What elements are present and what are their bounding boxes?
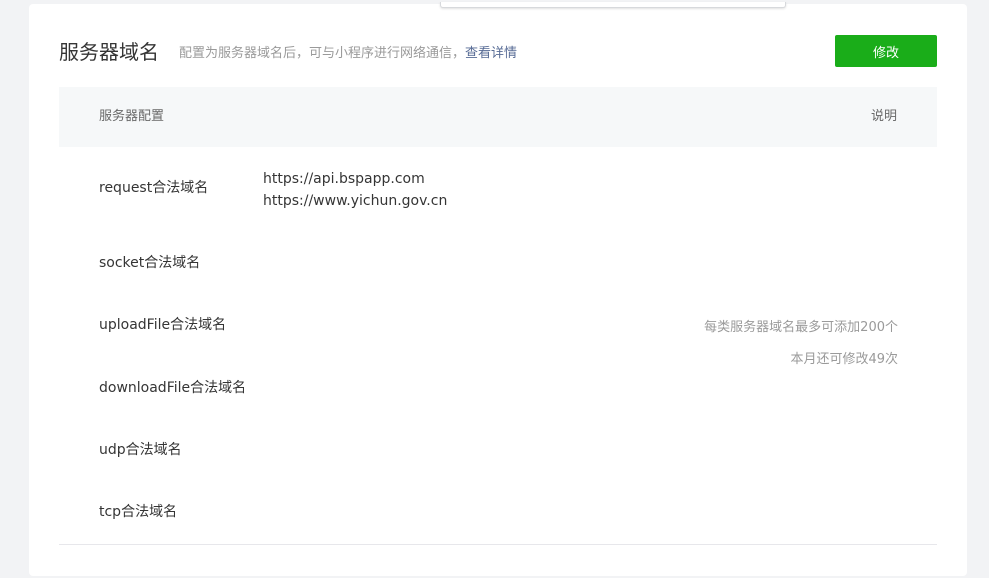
row-label-request: request合法域名 (99, 180, 209, 196)
note-max-domains: 每类服务器域名最多可添加200个 (704, 320, 898, 335)
domain-item: https://api.bspapp.com (263, 171, 425, 187)
row-label-uploadfile: uploadFile合法域名 (99, 317, 227, 333)
section-description: 配置为服务器域名后，可与小程序进行网络通信，查看详情 (179, 45, 517, 63)
row-label-udp: udp合法域名 (99, 442, 182, 458)
row-label-socket: socket合法域名 (99, 255, 201, 271)
section-title: 服务器域名 (59, 40, 159, 64)
table-header: 服务器配置 说明 (59, 87, 937, 147)
row-label-downloadfile: downloadFile合法域名 (99, 380, 247, 396)
table-bottom-divider (59, 544, 937, 545)
server-domain-card: 服务器域名 配置为服务器域名后，可与小程序进行网络通信，查看详情 修改 服务器配… (29, 2, 967, 576)
modify-button[interactable]: 修改 (835, 35, 937, 67)
description-text: 配置为服务器域名后，可与小程序进行网络通信， (179, 46, 466, 61)
row-label-tcp: tcp合法域名 (99, 504, 178, 520)
domain-item: https://www.yichun.gov.cn (263, 193, 448, 209)
column-header-config: 服务器配置 (99, 109, 165, 124)
note-remaining-edits: 本月还可修改49次 (790, 352, 898, 367)
request-domain-list: https://api.bspapp.com https://www.yichu… (263, 168, 447, 212)
column-header-note: 说明 (870, 109, 897, 124)
popup-edge (440, 2, 786, 8)
view-details-link[interactable]: 查看详情 (465, 46, 517, 61)
